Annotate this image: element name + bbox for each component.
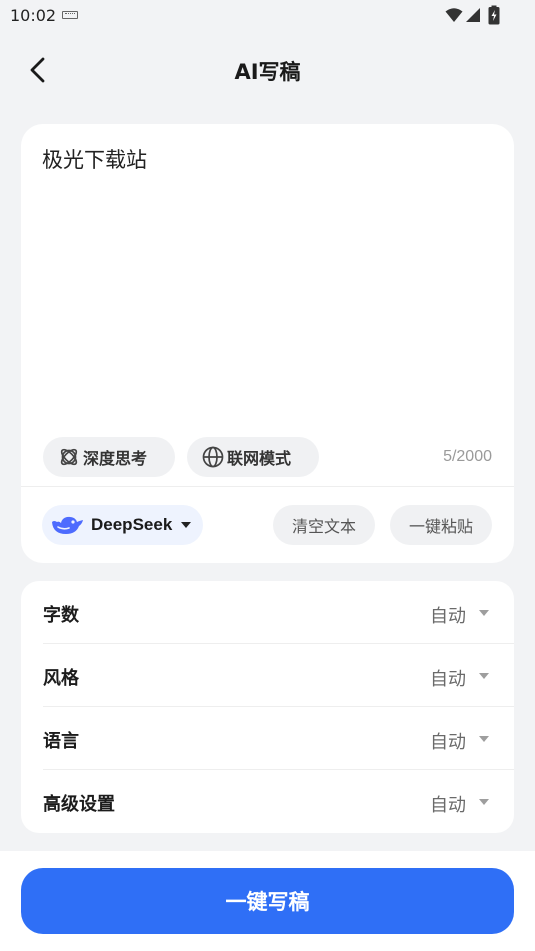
caret-down-icon: [479, 673, 489, 679]
model-selector[interactable]: DeepSeek: [42, 505, 203, 545]
divider: [21, 486, 514, 487]
caret-down-icon: [479, 799, 489, 805]
web-mode-label: 联网模式: [227, 449, 292, 468]
setting-value: 自动: [430, 669, 466, 690]
battery-charging-icon: [488, 5, 500, 25]
editor-card: 极光下载站 深度思考 联网模式 5/2000 DeepSeek 清空文本 一键粘…: [21, 124, 514, 563]
caret-down-icon: [479, 610, 489, 616]
char-count: 5/2000: [443, 448, 492, 465]
setting-label: 语言: [43, 731, 79, 752]
deep-thinking-toggle[interactable]: 深度思考: [43, 437, 175, 477]
model-name: DeepSeek: [91, 515, 173, 534]
keyboard-icon: [62, 11, 78, 19]
page-title: AI写稿: [234, 60, 301, 84]
app-header: AI写稿: [0, 40, 535, 100]
generate-article-button[interactable]: 一键写稿: [21, 868, 514, 934]
caret-down-icon: [181, 522, 191, 528]
status-time: 10:02: [10, 6, 57, 25]
globe-icon: [202, 446, 224, 468]
setting-label: 字数: [43, 605, 79, 626]
setting-row-style[interactable]: 风格 自动: [21, 644, 514, 707]
atom-icon: [60, 448, 78, 466]
setting-row-language[interactable]: 语言 自动: [21, 707, 514, 770]
web-mode-toggle[interactable]: 联网模式: [187, 437, 319, 477]
setting-label: 高级设置: [43, 794, 115, 815]
setting-value: 自动: [430, 606, 466, 627]
prompt-input[interactable]: 极光下载站: [42, 146, 492, 426]
status-bar: 10:02: [0, 0, 535, 32]
signal-icon: [466, 8, 480, 22]
paste-button[interactable]: 一键粘贴: [390, 505, 492, 545]
deepseek-whale-icon: [52, 516, 83, 534]
caret-down-icon: [479, 736, 489, 742]
wifi-icon: [445, 8, 463, 22]
setting-value: 自动: [430, 795, 466, 816]
clear-text-button[interactable]: 清空文本: [273, 505, 375, 545]
settings-card: 字数 自动 风格 自动 语言 自动 高级设置 自动: [21, 581, 514, 833]
setting-label: 风格: [43, 668, 79, 689]
ai-writing-screen: 10:02 AI写稿 极光下载站 深度思考 联网模式 5/2000 DeepSe…: [0, 0, 535, 951]
deep-thinking-label: 深度思考: [83, 449, 148, 468]
setting-row-word-count[interactable]: 字数 自动: [21, 581, 514, 644]
setting-row-advanced[interactable]: 高级设置 自动: [21, 770, 514, 833]
setting-value: 自动: [430, 732, 466, 753]
